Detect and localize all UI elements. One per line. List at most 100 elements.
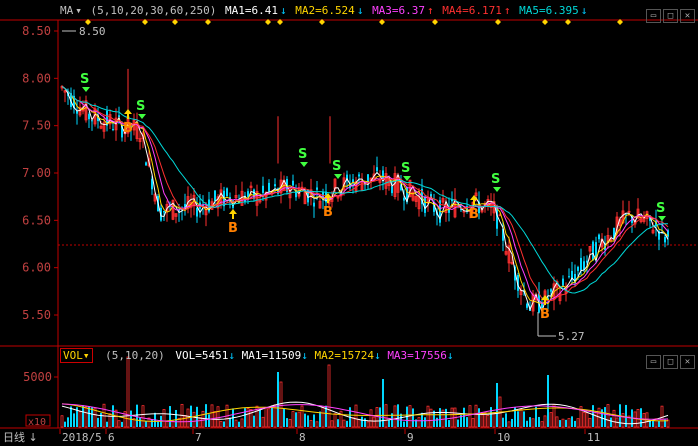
y-tick-label: 6.00 (22, 261, 51, 275)
sell-signal: S (298, 147, 307, 162)
vol-ma2-value: MA2=15724 (314, 349, 375, 362)
volume-bar (606, 404, 610, 428)
volume-bar (295, 412, 297, 427)
candle-body (562, 278, 564, 286)
sell-arrow-icon (300, 162, 308, 167)
candle-body (592, 241, 594, 261)
volume-bar (457, 419, 459, 427)
volume-bar (517, 411, 519, 427)
volume-bar (288, 418, 292, 428)
candle-body (403, 197, 405, 201)
volume-bar (505, 413, 507, 427)
candle-body (145, 162, 147, 166)
volume-bar (375, 407, 379, 428)
volume-bar (240, 418, 244, 428)
volume-bar (210, 404, 214, 428)
indicator-name[interactable]: MA (60, 4, 73, 17)
volume-bar (145, 420, 147, 427)
volume-bar (486, 415, 490, 428)
volume-bar (559, 420, 561, 427)
ma2-line (61, 85, 669, 305)
volume-bar (271, 405, 273, 427)
sell-signal: S (401, 161, 410, 176)
volume-bar (382, 379, 384, 427)
volume-bar (141, 405, 145, 428)
volume-bar (70, 406, 72, 427)
ma5-value: MA5=6.395 (519, 4, 579, 17)
sell-signal: S (491, 172, 500, 187)
time-tick-label: 10 (497, 431, 510, 444)
volume-bar (93, 407, 97, 428)
candle-body (253, 189, 255, 199)
volume-bar (549, 412, 553, 428)
kline-chart[interactable]: 8.50 8.00 7.50 7.00 6.50 6.00 5.50 8.50 5.27 S S S S… (0, 0, 698, 446)
volume-bar (157, 421, 159, 427)
volume-indicator-legend: VOL▾ (5,10,20) VOL=5451↓ MA1=11509↓ MA2=… (60, 348, 454, 364)
volume-bar (249, 409, 253, 428)
buy-signal: B (540, 307, 550, 322)
volume-bar (492, 412, 496, 428)
sell-signal: S (332, 159, 341, 174)
volume-bar (291, 411, 295, 428)
vol-ma1-value: MA1=11509 (241, 349, 302, 362)
indicator-params: (5,10,20,30,60,250) (90, 4, 217, 17)
volume-bar (439, 408, 441, 427)
volume-window-controls: ▭ □ ✕ (644, 349, 695, 369)
volume-bar (529, 417, 531, 427)
y-tick-label: 5.50 (22, 308, 51, 322)
maximize-icon[interactable]: □ (663, 9, 678, 23)
volume-bar (91, 407, 93, 427)
volume-bar (84, 406, 88, 428)
volume-bar (162, 409, 166, 428)
volume-bar (73, 413, 75, 427)
volume-bar (576, 418, 580, 428)
volume-bar (238, 421, 240, 427)
volume-bar (640, 408, 642, 427)
minimize-icon[interactable]: ▭ (646, 9, 661, 23)
volume-bar (321, 406, 325, 428)
volume-bar (315, 421, 319, 428)
close-icon[interactable]: ✕ (680, 9, 695, 23)
candle-body (580, 257, 582, 271)
ma3-value: MA3=6.37 (372, 4, 426, 17)
volume-bar (165, 421, 169, 428)
candle-body (274, 184, 276, 187)
candle-body (262, 185, 264, 193)
candle-body (358, 174, 360, 177)
volume-bar (523, 411, 525, 427)
buy-signal: B (228, 221, 238, 236)
candle-body (391, 186, 393, 194)
candle-body (226, 188, 228, 196)
volume-bar (540, 421, 544, 428)
volume-bar (205, 404, 207, 427)
volume-bar (478, 408, 480, 427)
volume-bar (555, 416, 559, 428)
maximize-icon[interactable]: □ (663, 355, 678, 369)
high-price-label: 8.50 (79, 25, 106, 38)
volume-bar (594, 410, 598, 428)
candle-body (163, 210, 165, 213)
volume-bar (333, 413, 337, 428)
minimize-icon[interactable]: ▭ (646, 355, 661, 369)
volume-bar (612, 409, 616, 428)
volume-bar (502, 417, 504, 427)
volume-bar (175, 409, 177, 427)
volume-bar (313, 414, 315, 427)
volume-indicator-select[interactable]: VOL▾ (60, 348, 93, 363)
volume-bar (480, 414, 484, 428)
volume-bar (309, 420, 313, 428)
volume-bar (82, 405, 84, 427)
close-icon[interactable]: ✕ (680, 355, 695, 369)
volume-bar (633, 411, 637, 428)
volume-bar (304, 413, 306, 427)
ma4-value: MA4=6.171 (442, 4, 502, 17)
time-tick-label: 6 (108, 431, 115, 444)
volume-bar (283, 408, 285, 427)
candle-body (526, 303, 528, 308)
buy-signal: B (123, 121, 133, 136)
volume-bar (216, 406, 220, 428)
period-selector: 日线 ↓ (3, 430, 38, 444)
volume-bar (448, 420, 450, 427)
volume-bar (121, 421, 123, 427)
volume-bar (286, 418, 288, 427)
